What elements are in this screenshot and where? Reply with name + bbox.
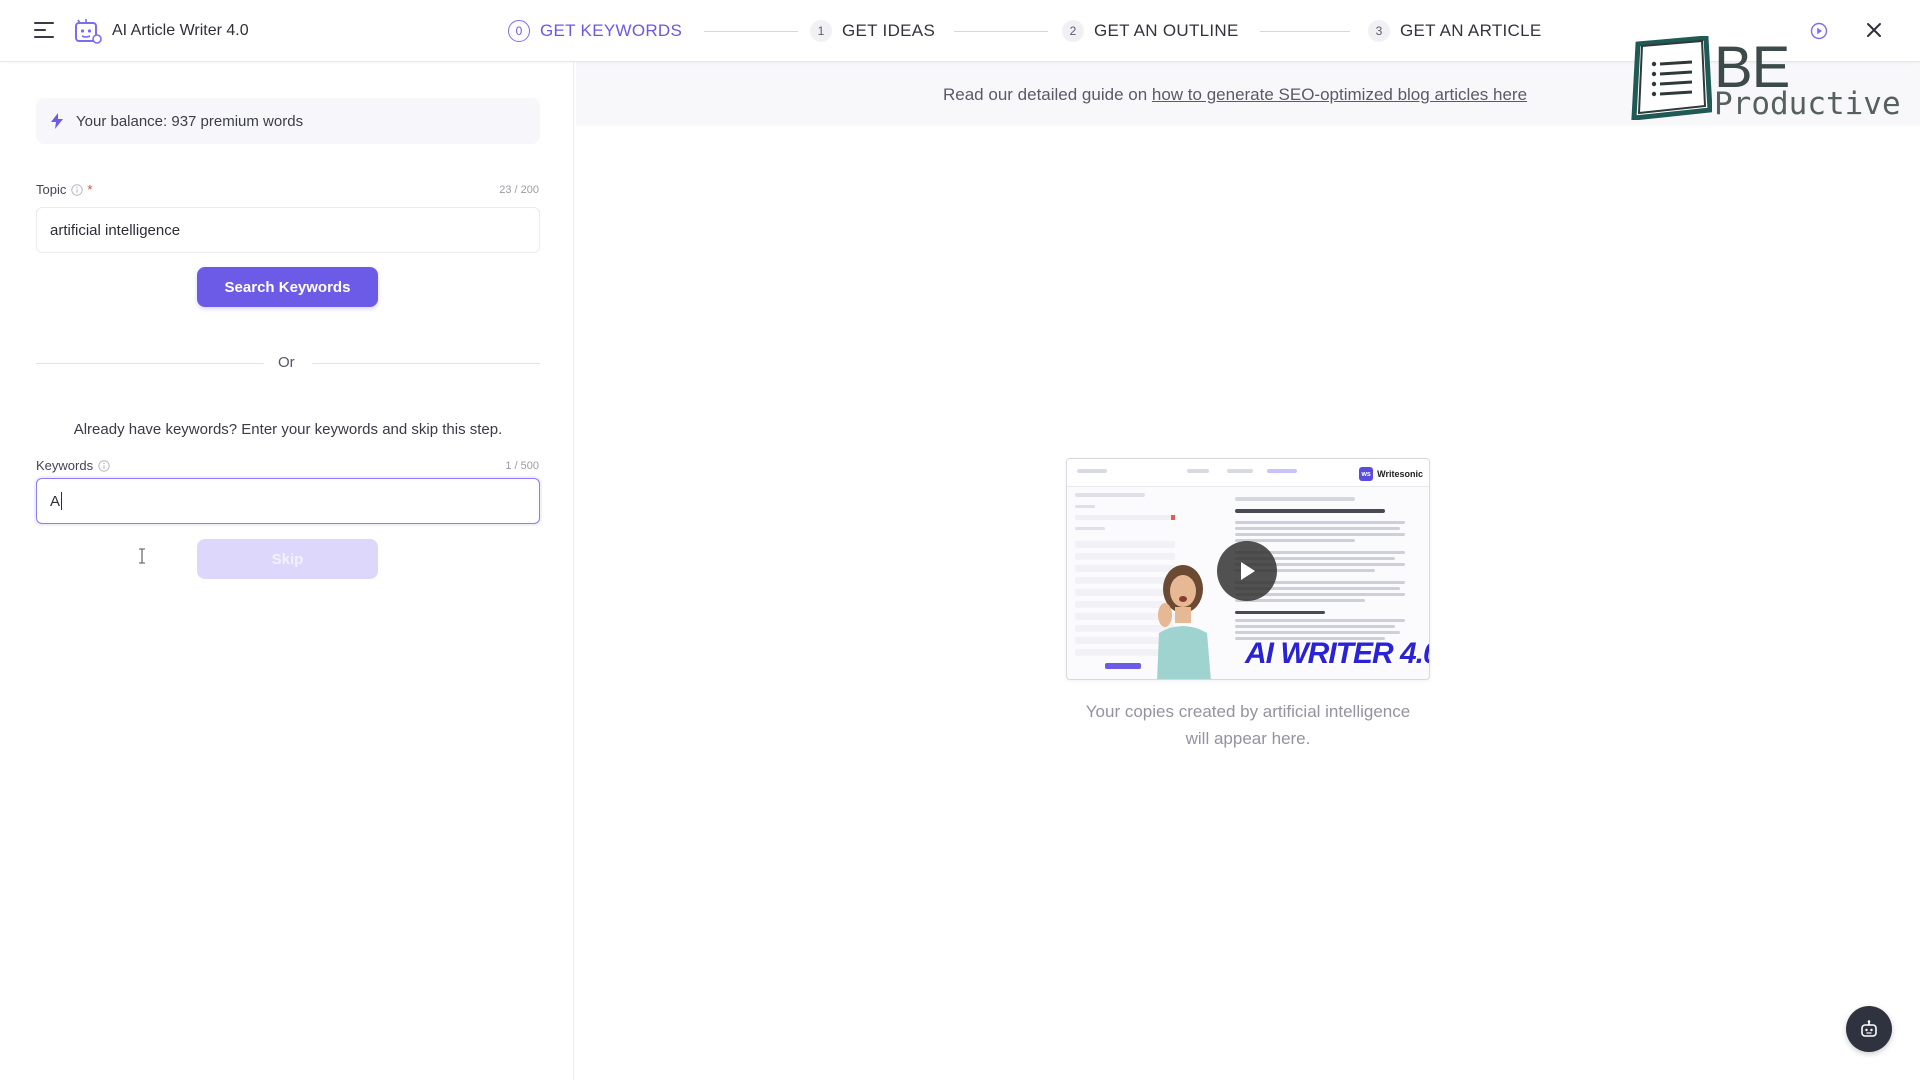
text-cursor-icon [139, 548, 145, 564]
chatbot-button[interactable] [1846, 1006, 1892, 1052]
info-icon[interactable] [71, 183, 84, 196]
guide-text: Read our detailed guide on how to genera… [943, 85, 1527, 105]
step-get-keywords[interactable]: 0 GET KEYWORDS [508, 19, 682, 43]
skip-hint-text: Already have keywords? Enter your keywor… [73, 421, 503, 438]
step-number: 0 [508, 20, 530, 42]
step-connector [704, 31, 798, 32]
presenter-image [1157, 565, 1211, 679]
step-number: 1 [810, 20, 832, 42]
topic-label: Topic [36, 182, 67, 197]
balance-banner: Your balance: 937 premium words [36, 98, 540, 144]
keywords-input[interactable]: A [36, 478, 540, 524]
required-mark: * [87, 182, 93, 197]
balance-text: Your balance: 937 premium words [76, 112, 304, 130]
lightning-icon [51, 113, 63, 129]
app-title: AI Article Writer 4.0 [112, 22, 249, 39]
video-overlay-title: AI WRITER 4.0 [1245, 637, 1430, 670]
video-header-decoration [1077, 469, 1297, 473]
topic-counter: 23 / 200 [499, 184, 539, 196]
keywords-label: Keywords [36, 458, 94, 473]
divider-right [312, 363, 540, 364]
topic-label-group: Topic * [36, 182, 92, 197]
step-label: GET KEYWORDS [540, 21, 683, 40]
step-number: 3 [1368, 20, 1390, 42]
text-caret [61, 492, 63, 510]
video-brand-badge: ws [1359, 467, 1374, 481]
watermark-line2: Productive [1714, 86, 1901, 122]
list-icon [1631, 36, 1712, 120]
step-get-an-article[interactable]: 3 GET AN ARTICLE [1368, 19, 1542, 43]
robot-icon [1861, 1020, 1877, 1037]
step-connector [954, 31, 1048, 32]
menu-icon[interactable] [34, 22, 54, 40]
empty-state-message: Your copies created by artificial intell… [1048, 698, 1448, 752]
play-icon [1241, 562, 1255, 580]
keywords-label-group: Keywords [36, 458, 110, 473]
skip-button[interactable]: Skip [197, 539, 378, 579]
video-brand: ws Writesonic [1359, 467, 1423, 481]
video-play-button[interactable] [1217, 541, 1277, 601]
divider-left [36, 363, 264, 364]
step-get-an-outline[interactable]: 2 GET AN OUTLINE [1062, 19, 1239, 43]
keywords-input-value: A [50, 492, 61, 510]
empty-state-line1: Your copies created by artificial intell… [1085, 702, 1411, 721]
search-keywords-button[interactable]: Search Keywords [197, 267, 378, 307]
video-app-header: ws Writesonic [1067, 459, 1429, 487]
step-label: GET AN OUTLINE [1094, 21, 1239, 40]
guide-link[interactable]: how to generate SEO-optimized blog artic… [1152, 85, 1527, 104]
step-connector [1260, 31, 1350, 32]
step-label: GET AN ARTICLE [1400, 21, 1542, 40]
step-label: GET IDEAS [842, 21, 936, 40]
info-icon[interactable] [98, 459, 110, 472]
step-number: 2 [1062, 20, 1084, 42]
or-separator: Or [278, 354, 295, 371]
keywords-form-panel: Your balance: 937 premium words Topic * … [0, 62, 574, 1080]
guide-prefix: Read our detailed guide on [943, 85, 1152, 104]
step-get-ideas[interactable]: 1 GET IDEAS [810, 19, 935, 43]
be-productive-watermark: BE Productive [1630, 34, 1901, 124]
app-logo-icon [75, 19, 102, 44]
keywords-counter: 1 / 500 [505, 460, 539, 472]
topic-input[interactable]: artificial intelligence [36, 207, 540, 253]
topic-input-value: artificial intelligence [50, 221, 181, 239]
tutorial-video-thumbnail[interactable]: ws Writesonic AI WRITER 4.0 [1066, 458, 1430, 680]
empty-state-line2: will appear here. [1185, 729, 1311, 748]
video-brand-name: Writesonic [1377, 469, 1423, 479]
